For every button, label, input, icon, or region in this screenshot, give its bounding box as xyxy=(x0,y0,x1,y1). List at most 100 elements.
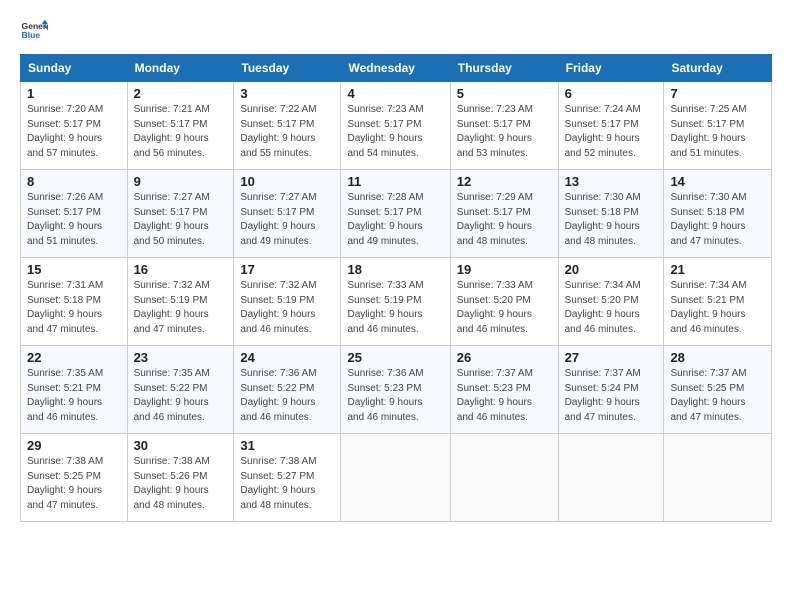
day-number: 7 xyxy=(670,86,765,101)
day-number: 9 xyxy=(134,174,228,189)
day-number: 17 xyxy=(240,262,334,277)
day-number: 23 xyxy=(134,350,228,365)
calendar-cell: 4 Sunrise: 7:23 AMSunset: 5:17 PMDaylight… xyxy=(341,82,450,170)
day-number: 15 xyxy=(27,262,121,277)
calendar-cell: 5Sunrise: 7:23 AMSunset: 5:17 PMDaylight… xyxy=(450,82,558,170)
calendar-cell: 7 Sunrise: 7:25 AMSunset: 5:17 PMDaylight… xyxy=(664,82,772,170)
calendar-cell: 29Sunrise: 7:38 AMSunset: 5:25 PMDayligh… xyxy=(21,434,128,522)
day-info: Sunrise: 7:27 AMSunset: 5:17 PMDaylight:… xyxy=(240,191,334,249)
day-info: Sunrise: 7:20 AMSunset: 5:17 PMDaylight:… xyxy=(27,103,121,161)
weekday-header-friday: Friday xyxy=(558,55,664,82)
calendar-cell xyxy=(664,434,772,522)
day-number: 22 xyxy=(27,350,121,365)
calendar-cell: 8Sunrise: 7:26 AMSunset: 5:17 PMDaylight… xyxy=(21,170,128,258)
page: General Blue SundayMondayTuesdayWednesda… xyxy=(0,0,792,532)
logo-icon: General Blue xyxy=(20,18,48,46)
day-number: 4 xyxy=(347,86,443,101)
day-info: Sunrise: 7:37 AMSunset: 5:24 PMDaylight:… xyxy=(565,367,658,425)
day-number: 18 xyxy=(347,262,443,277)
day-number: 14 xyxy=(670,174,765,189)
weekday-header-sunday: Sunday xyxy=(21,55,128,82)
calendar-cell: 9 Sunrise: 7:27 AMSunset: 5:17 PMDaylight… xyxy=(127,170,234,258)
day-info: Sunrise: 7:30 AMSunset: 5:18 PMDaylight:… xyxy=(565,191,658,249)
svg-text:Blue: Blue xyxy=(22,30,41,40)
calendar-cell xyxy=(341,434,450,522)
day-info: Sunrise: 7:38 AMSunset: 5:25 PMDaylight:… xyxy=(27,455,121,513)
calendar-cell: 25Sunrise: 7:36 AMSunset: 5:23 PMDayligh… xyxy=(341,346,450,434)
weekday-header-saturday: Saturday xyxy=(664,55,772,82)
calendar-week-3: 15Sunrise: 7:31 AMSunset: 5:18 PMDayligh… xyxy=(21,258,772,346)
day-number: 31 xyxy=(240,438,334,453)
calendar-cell: 26Sunrise: 7:37 AMSunset: 5:23 PMDayligh… xyxy=(450,346,558,434)
calendar-cell: 19 Sunrise: 7:33 AMSunset: 5:20 PMDayligh… xyxy=(450,258,558,346)
day-info: Sunrise: 7:35 AMSunset: 5:22 PMDaylight:… xyxy=(134,367,228,425)
calendar-cell: 14 Sunrise: 7:30 AMSunset: 5:18 PMDayligh… xyxy=(664,170,772,258)
day-info: Sunrise: 7:38 AMSunset: 5:27 PMDaylight:… xyxy=(240,455,334,513)
day-info: Sunrise: 7:27 AMSunset: 5:17 PMDaylight:… xyxy=(134,191,228,249)
calendar-week-5: 29Sunrise: 7:38 AMSunset: 5:25 PMDayligh… xyxy=(21,434,772,522)
day-number: 16 xyxy=(134,262,228,277)
calendar-cell: 15Sunrise: 7:31 AMSunset: 5:18 PMDayligh… xyxy=(21,258,128,346)
calendar-cell: 20Sunrise: 7:34 AMSunset: 5:20 PMDayligh… xyxy=(558,258,664,346)
day-info: Sunrise: 7:29 AMSunset: 5:17 PMDaylight:… xyxy=(457,191,552,249)
day-number: 1 xyxy=(27,86,121,101)
day-info: Sunrise: 7:24 AMSunset: 5:17 PMDaylight:… xyxy=(565,103,658,161)
calendar-table: SundayMondayTuesdayWednesdayThursdayFrid… xyxy=(20,54,772,522)
day-info: Sunrise: 7:21 AMSunset: 5:17 PMDaylight:… xyxy=(134,103,228,161)
day-info: Sunrise: 7:33 AMSunset: 5:20 PMDaylight:… xyxy=(457,279,552,337)
day-number: 19 xyxy=(457,262,552,277)
weekday-header-wednesday: Wednesday xyxy=(341,55,450,82)
day-number: 21 xyxy=(670,262,765,277)
calendar-cell: 2 Sunrise: 7:21 AMSunset: 5:17 PMDaylight… xyxy=(127,82,234,170)
day-number: 6 xyxy=(565,86,658,101)
calendar-cell: 21 Sunrise: 7:34 AMSunset: 5:21 PMDayligh… xyxy=(664,258,772,346)
calendar-cell: 16Sunrise: 7:32 AMSunset: 5:19 PMDayligh… xyxy=(127,258,234,346)
day-info: Sunrise: 7:32 AMSunset: 5:19 PMDaylight:… xyxy=(240,279,334,337)
day-info: Sunrise: 7:34 AMSunset: 5:21 PMDaylight:… xyxy=(670,279,765,337)
day-number: 27 xyxy=(565,350,658,365)
day-info: Sunrise: 7:30 AMSunset: 5:18 PMDaylight:… xyxy=(670,191,765,249)
calendar-cell: 24 Sunrise: 7:36 AMSunset: 5:22 PMDayligh… xyxy=(234,346,341,434)
calendar-week-1: 1 Sunrise: 7:20 AMSunset: 5:17 PMDaylight… xyxy=(21,82,772,170)
calendar-week-2: 8Sunrise: 7:26 AMSunset: 5:17 PMDaylight… xyxy=(21,170,772,258)
calendar-cell: 30 Sunrise: 7:38 AMSunset: 5:26 PMDayligh… xyxy=(127,434,234,522)
day-info: Sunrise: 7:38 AMSunset: 5:26 PMDaylight:… xyxy=(134,455,228,513)
calendar-cell: 6 Sunrise: 7:24 AMSunset: 5:17 PMDaylight… xyxy=(558,82,664,170)
day-number: 24 xyxy=(240,350,334,365)
calendar-week-4: 22 Sunrise: 7:35 AMSunset: 5:21 PMDayligh… xyxy=(21,346,772,434)
calendar-cell: 3 Sunrise: 7:22 AMSunset: 5:17 PMDaylight… xyxy=(234,82,341,170)
calendar-cell xyxy=(450,434,558,522)
day-info: Sunrise: 7:22 AMSunset: 5:17 PMDaylight:… xyxy=(240,103,334,161)
day-number: 12 xyxy=(457,174,552,189)
day-info: Sunrise: 7:36 AMSunset: 5:22 PMDaylight:… xyxy=(240,367,334,425)
calendar-cell: 12 Sunrise: 7:29 AMSunset: 5:17 PMDayligh… xyxy=(450,170,558,258)
calendar-cell: 1 Sunrise: 7:20 AMSunset: 5:17 PMDaylight… xyxy=(21,82,128,170)
logo: General Blue xyxy=(20,18,48,46)
weekday-header-thursday: Thursday xyxy=(450,55,558,82)
day-number: 28 xyxy=(670,350,765,365)
day-info: Sunrise: 7:28 AMSunset: 5:17 PMDaylight:… xyxy=(347,191,443,249)
day-info: Sunrise: 7:35 AMSunset: 5:21 PMDaylight:… xyxy=(27,367,121,425)
day-number: 10 xyxy=(240,174,334,189)
day-number: 20 xyxy=(565,262,658,277)
day-number: 8 xyxy=(27,174,121,189)
calendar-cell: 22 Sunrise: 7:35 AMSunset: 5:21 PMDayligh… xyxy=(21,346,128,434)
calendar-cell: 27 Sunrise: 7:37 AMSunset: 5:24 PMDayligh… xyxy=(558,346,664,434)
day-info: Sunrise: 7:37 AMSunset: 5:23 PMDaylight:… xyxy=(457,367,552,425)
day-number: 11 xyxy=(347,174,443,189)
day-number: 13 xyxy=(565,174,658,189)
day-number: 3 xyxy=(240,86,334,101)
calendar-cell: 18Sunrise: 7:33 AMSunset: 5:19 PMDayligh… xyxy=(341,258,450,346)
day-info: Sunrise: 7:36 AMSunset: 5:23 PMDaylight:… xyxy=(347,367,443,425)
calendar-cell: 28Sunrise: 7:37 AMSunset: 5:25 PMDayligh… xyxy=(664,346,772,434)
calendar-cell: 10 Sunrise: 7:27 AMSunset: 5:17 PMDayligh… xyxy=(234,170,341,258)
day-number: 5 xyxy=(457,86,552,101)
header: General Blue xyxy=(20,18,772,46)
calendar-cell: 31 Sunrise: 7:38 AMSunset: 5:27 PMDayligh… xyxy=(234,434,341,522)
weekday-header-tuesday: Tuesday xyxy=(234,55,341,82)
day-info: Sunrise: 7:23 AMSunset: 5:17 PMDaylight:… xyxy=(347,103,443,161)
day-number: 30 xyxy=(134,438,228,453)
day-number: 2 xyxy=(134,86,228,101)
day-info: Sunrise: 7:25 AMSunset: 5:17 PMDaylight:… xyxy=(670,103,765,161)
weekday-header-monday: Monday xyxy=(127,55,234,82)
